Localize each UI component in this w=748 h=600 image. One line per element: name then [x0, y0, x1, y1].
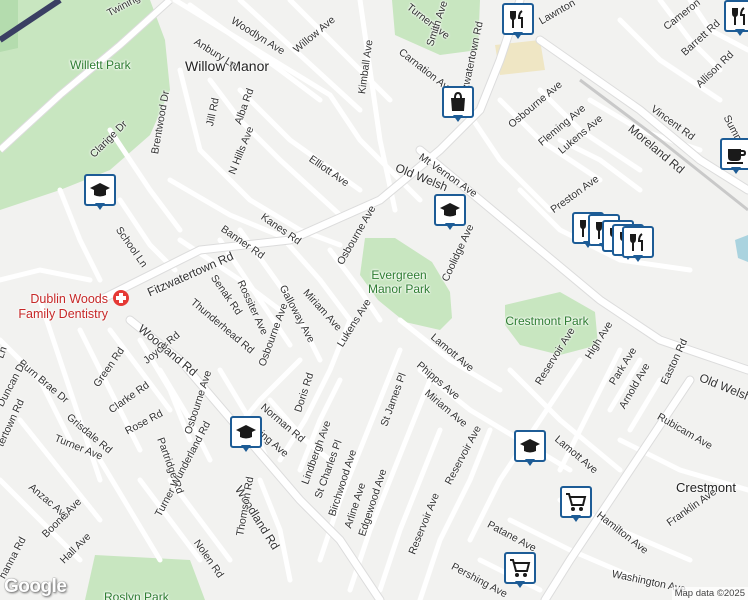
cafe-pin[interactable]: [720, 138, 748, 176]
map-canvas[interactable]: Willow Manor Evergreen Manor Park Crestm…: [0, 0, 748, 600]
medical-cross-icon[interactable]: [113, 290, 129, 306]
shopping-bag-icon: [451, 91, 465, 111]
restaurant-icon: [510, 10, 523, 28]
restaurant-pin[interactable]: [724, 0, 748, 38]
map-attribution[interactable]: Map data ©2025: [671, 587, 748, 600]
grocery-pin[interactable]: [504, 552, 536, 590]
school-icon: [236, 425, 256, 439]
shopping-pin[interactable]: [442, 86, 474, 124]
shopping-cart-icon: [510, 559, 531, 577]
restaurant-pin[interactable]: [502, 3, 534, 41]
business-label-dentistry[interactable]: Dublin Woods Family Dentistry: [0, 292, 108, 322]
school-icon: [520, 439, 540, 453]
restaurant-pin[interactable]: [622, 226, 654, 264]
park-label-crestmont[interactable]: Crestmont Park: [502, 314, 592, 328]
google-logo: Google: [4, 576, 67, 597]
grocery-pin[interactable]: [560, 486, 592, 524]
shopping-cart-icon: [566, 493, 587, 511]
restaurant-icon: [732, 7, 745, 25]
school-pin[interactable]: [230, 416, 262, 454]
water-area: [735, 235, 748, 262]
school-pin[interactable]: [514, 430, 546, 468]
school-icon: [90, 183, 110, 197]
school-pin[interactable]: [434, 194, 466, 232]
park-label-evergreen[interactable]: Evergreen Manor Park: [354, 268, 444, 296]
coffee-cup-icon: [727, 149, 747, 164]
school-pin[interactable]: [84, 174, 116, 212]
park-area-top-left: [0, 0, 18, 52]
restaurant-icon: [630, 233, 643, 251]
school-icon: [440, 203, 460, 217]
park-label-willett[interactable]: Willett Park: [70, 58, 190, 72]
park-label-roslyn[interactable]: Roslyn Park: [104, 590, 194, 600]
